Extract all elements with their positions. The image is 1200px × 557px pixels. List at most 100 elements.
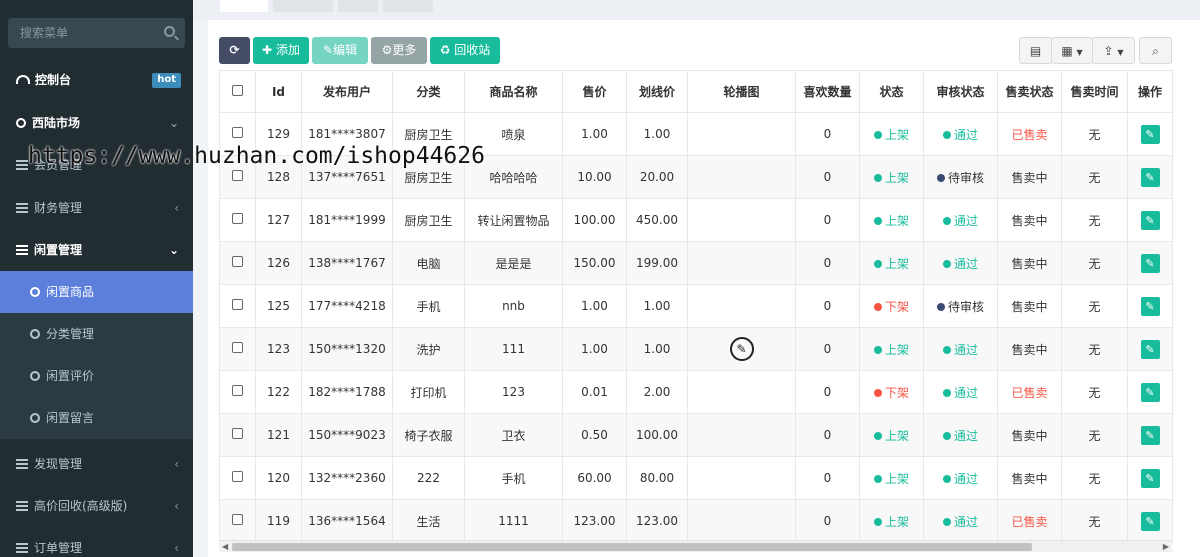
tab-rejected[interactable] — [383, 0, 433, 12]
tab-all[interactable] — [220, 0, 268, 12]
cell-orig-price: 199.00 — [636, 256, 678, 270]
sidebar-item-recycle-premium[interactable]: 高价回收(高级版) ‹ — [0, 485, 193, 527]
table-cell: ✎ — [1127, 198, 1173, 242]
cell-likes: 0 — [823, 213, 832, 227]
row-edit-button[interactable]: ✎ — [1140, 253, 1160, 273]
table-cell: 已售卖 — [997, 370, 1062, 414]
column-header[interactable]: 售卖时间 — [1061, 70, 1128, 113]
chevron-down-icon: ⌄ — [168, 243, 179, 257]
column-header[interactable]: 状态 — [859, 70, 924, 113]
row-checkbox[interactable] — [232, 127, 243, 138]
table-cell: 厨房卫生 — [392, 198, 465, 242]
menu-search-placeholder: 搜索菜单 — [20, 26, 69, 40]
circle-icon — [30, 329, 40, 339]
table-cell: 1.00 — [562, 327, 627, 371]
cell-user: 150****9023 — [308, 428, 386, 442]
sidebar-item-reviews[interactable]: 闲置评价 — [0, 355, 193, 397]
cell-sale-time: 无 — [1088, 385, 1101, 400]
sidebar-item-finance[interactable]: 财务管理 ‹ — [0, 187, 193, 229]
row-edit-button[interactable]: ✎ — [1140, 210, 1160, 230]
cell-name: 转让闲置物品 — [477, 213, 550, 228]
sidebar-item-category[interactable]: 分类管理 — [0, 313, 193, 355]
column-header[interactable]: 发布用户 — [301, 70, 393, 113]
row-checkbox[interactable] — [232, 299, 243, 310]
row-checkbox[interactable] — [232, 213, 243, 224]
scrollbar-thumb[interactable] — [232, 543, 1032, 551]
add-button[interactable]: ✚ 添加 — [253, 37, 309, 64]
export-button[interactable]: ⇪ ▼ — [1092, 37, 1135, 64]
row-edit-button[interactable]: ✎ — [1140, 425, 1160, 445]
column-header[interactable]: 轮播图 — [687, 70, 796, 113]
column-header[interactable]: Id — [255, 70, 302, 113]
row-checkbox[interactable] — [232, 256, 243, 267]
column-header[interactable]: 分类 — [392, 70, 465, 113]
row-edit-button[interactable]: ✎ — [1140, 511, 1160, 531]
table-row: 121 150****9023 椅子衣服 卫衣 0.50 100.00 0 上架 通过 售卖中 无 ✎ — [219, 413, 1173, 457]
column-header[interactable]: 审核状态 — [923, 70, 998, 113]
column-header[interactable]: 售价 — [562, 70, 627, 113]
sidebar-item-idle-goods[interactable]: 闲置商品 — [0, 271, 193, 313]
menu-search-input[interactable]: 搜索菜单 — [8, 18, 185, 48]
refresh-button[interactable]: ⟳ — [219, 37, 250, 64]
row-checkbox[interactable] — [232, 428, 243, 439]
toggle-view-button[interactable]: ▤ — [1019, 37, 1052, 64]
cell-audit: 通过 — [953, 471, 978, 486]
cell-price: 10.00 — [577, 170, 612, 184]
tab-strip — [193, 0, 1200, 20]
export-icon: ⇪ — [1103, 44, 1114, 58]
column-header[interactable]: 售卖状态 — [997, 70, 1062, 113]
table-cell: 20.00 — [626, 155, 688, 199]
row-edit-button[interactable]: ✎ — [1140, 382, 1160, 402]
row-edit-button[interactable]: ✎ — [1140, 124, 1160, 144]
edit-button[interactable]: ✎编辑 — [312, 37, 368, 64]
table-cell: 无 — [1061, 327, 1128, 371]
row-edit-button[interactable]: ✎ — [1140, 296, 1160, 316]
table-cell: 0 — [795, 499, 860, 543]
cell-sale-status: 售卖中 — [1011, 428, 1048, 443]
sidebar: 搜索菜单 控制台 hot 西陆市场 ⌄ 会员管理 财务管理 ‹ 闲置管理 ⌄ 闲置商品… — [0, 0, 193, 557]
scroll-right-icon[interactable]: ▶ — [1163, 541, 1169, 553]
carousel-thumbnail-icon[interactable]: ✎ — [729, 337, 754, 361]
sidebar-item-discover[interactable]: 发现管理 ‹ — [0, 443, 193, 485]
cell-status: 上架 — [884, 471, 909, 486]
tab-pending[interactable] — [273, 0, 333, 12]
table-row: 127 181****1999 厨房卫生 转让闲置物品 100.00 450.00 0 上架 通… — [219, 198, 1173, 242]
table-cell: 通过 — [923, 327, 998, 371]
search-toggle-button[interactable]: ⌕ — [1139, 37, 1172, 64]
audit-dot — [942, 130, 951, 139]
sidebar-item-market[interactable]: 西陆市场 ⌄ — [0, 102, 193, 144]
select-all-checkbox[interactable] — [232, 84, 243, 96]
cell-user: 177****4218 — [308, 299, 386, 313]
row-edit-button[interactable]: ✎ — [1140, 468, 1160, 488]
horizontal-scrollbar[interactable]: ◀ ▶ — [219, 540, 1172, 552]
columns-button[interactable]: ▦ ▼ — [1051, 37, 1093, 64]
row-checkbox[interactable] — [232, 385, 243, 396]
table-cell: 0.50 — [562, 413, 627, 457]
column-header[interactable]: 划线价 — [626, 70, 688, 113]
more-button[interactable]: ⚙更多 — [371, 37, 427, 64]
table-row: 119 136****1564 生活 1111 123.00 123.00 0 上架 通过 已售卖… — [219, 499, 1173, 543]
table-cell: 126 — [255, 241, 302, 285]
row-checkbox[interactable] — [232, 170, 243, 181]
tab-approved[interactable] — [338, 0, 378, 12]
scroll-left-icon[interactable]: ◀ — [222, 541, 228, 553]
recycle-button[interactable]: ♻ 回收站 — [430, 37, 500, 64]
cell-user: 150****1320 — [308, 342, 386, 356]
table-cell: 通过 — [923, 370, 998, 414]
select-all-cell[interactable] — [219, 70, 256, 113]
row-edit-button[interactable]: ✎ — [1140, 167, 1160, 187]
row-checkbox[interactable] — [232, 342, 243, 353]
row-checkbox[interactable] — [232, 514, 243, 525]
sidebar-item-messages[interactable]: 闲置留言 — [0, 397, 193, 439]
sidebar-item-dashboard[interactable]: 控制台 hot — [0, 59, 193, 101]
search-icon[interactable] — [164, 26, 175, 37]
sidebar-item-idle[interactable]: 闲置管理 ⌄ — [0, 229, 193, 271]
column-header[interactable]: 喜欢数量 — [795, 70, 860, 113]
column-header[interactable]: 商品名称 — [464, 70, 563, 113]
sidebar-item-orders[interactable]: 订单管理 ‹ — [0, 527, 193, 557]
audit-dot — [942, 474, 951, 483]
cell-name: 手机 — [501, 471, 526, 486]
row-checkbox[interactable] — [232, 471, 243, 482]
cell-name: 喷泉 — [501, 127, 526, 142]
row-edit-button[interactable]: ✎ — [1140, 339, 1160, 359]
